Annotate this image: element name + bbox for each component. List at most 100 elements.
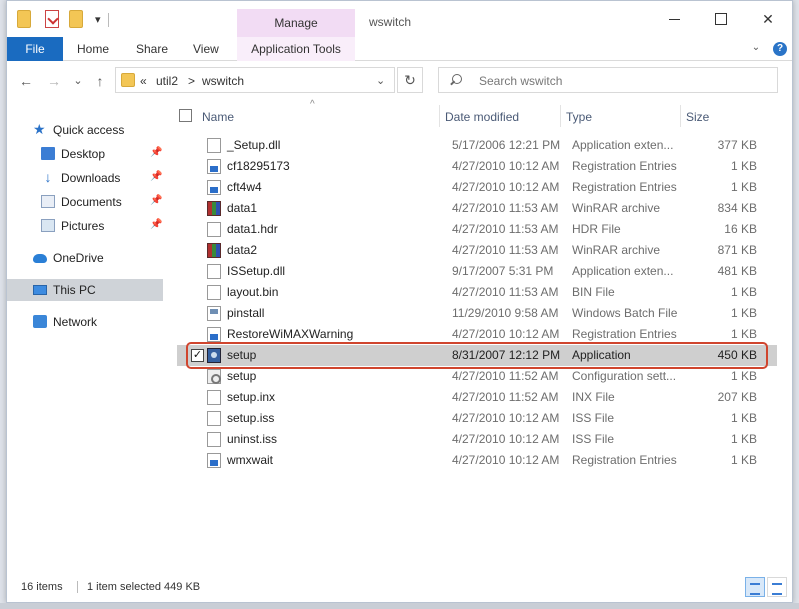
file-name: data1 (227, 201, 258, 215)
refresh-button[interactable]: ↻ (397, 67, 423, 93)
tab-file[interactable]: File (7, 37, 63, 61)
up-button[interactable]: ↑ (91, 72, 109, 90)
file-size: 1 KB (730, 285, 757, 299)
search-input[interactable]: Search wswitch (479, 74, 562, 88)
breadcrumb-separator[interactable]: > (188, 74, 195, 88)
breadcrumb-overflow[interactable]: « (140, 74, 147, 88)
file-date-modified: 4/27/2010 10:12 AM (452, 432, 560, 446)
column-date-modified[interactable]: Date modified (445, 110, 519, 124)
file-date-modified: 4/27/2010 10:12 AM (452, 327, 560, 341)
sidebar-item-label: Documents (61, 195, 122, 209)
file-name: _Setup.dll (227, 138, 281, 152)
file-row[interactable]: cft4w4 4/27/2010 10:12 AM Registration Ent… (177, 177, 777, 198)
status-divider (77, 581, 78, 593)
file-type: Registration Entries (572, 180, 677, 194)
breadcrumb-util2[interactable]: util2 (156, 74, 178, 88)
file-size: 1 KB (730, 411, 757, 425)
file-type: Registration Entries (572, 327, 677, 341)
doc-icon (207, 432, 221, 447)
manage-tab[interactable]: Manage (237, 9, 355, 37)
file-size: 207 KB (717, 390, 757, 404)
sort-indicator-icon: ^ (310, 99, 315, 110)
column-divider[interactable] (680, 105, 681, 127)
tab-application-tools[interactable]: Application Tools (237, 37, 355, 61)
column-type[interactable]: Type (566, 110, 592, 124)
file-type: Windows Batch File (572, 306, 678, 320)
large-icons-view-button[interactable] (767, 577, 787, 597)
ribbon-tabs: File Home Share View Application Tools ⌄… (7, 37, 792, 61)
column-size[interactable]: Size (686, 110, 709, 124)
selection-highlight-box (186, 342, 768, 369)
search-box[interactable]: Search wswitch (438, 67, 778, 93)
file-size: 834 KB (717, 201, 757, 215)
recent-locations-icon[interactable]: ⌄ (69, 72, 87, 90)
close-button[interactable]: ✕ (760, 11, 776, 27)
breadcrumb-wswitch[interactable]: wswitch (202, 74, 244, 88)
properties-icon[interactable] (45, 10, 59, 28)
file-row[interactable]: data2 4/27/2010 11:53 AM WinRAR archive 871… (177, 240, 777, 261)
forward-button[interactable]: → (45, 72, 63, 90)
file-row[interactable]: _Setup.dll 5/17/2006 12:21 PM Application … (177, 135, 777, 156)
address-bar[interactable]: « util2 > wswitch ⌄ (115, 67, 395, 93)
doc-icon (207, 285, 221, 300)
file-row[interactable]: layout.bin 4/27/2010 11:53 AM BIN File 1 KB (177, 282, 777, 303)
registry-icon (207, 453, 221, 468)
toolbar-divider (108, 13, 109, 27)
file-row[interactable]: cf18295173 4/27/2010 10:12 AM Registration… (177, 156, 777, 177)
help-icon[interactable]: ? (773, 42, 787, 56)
registry-icon (207, 180, 221, 195)
file-row[interactable]: data1.hdr 4/27/2010 11:53 AM HDR File 16 KB (177, 219, 777, 240)
minimize-button[interactable] (667, 11, 683, 27)
file-name: uninst.iss (227, 432, 278, 446)
file-row[interactable]: setup.inx 4/27/2010 11:52 AM INX File 207 K… (177, 387, 777, 408)
sidebar-item-documents[interactable]: Documents 📌 (7, 191, 163, 213)
tab-home[interactable]: Home (77, 37, 109, 61)
address-dropdown-icon[interactable]: ⌄ (376, 74, 385, 87)
doc-icon (207, 411, 221, 426)
select-all-checkbox[interactable] (179, 109, 192, 122)
column-divider[interactable] (439, 105, 440, 127)
tab-share[interactable]: Share (136, 37, 168, 61)
tab-view[interactable]: View (193, 37, 219, 61)
file-name: pinstall (227, 306, 265, 320)
ribbon-collapse-icon[interactable]: ⌄ (749, 42, 763, 56)
navigation-pane: ★ Quick access Desktop 📌 ↓ Downloads 📌 D… (7, 109, 163, 569)
file-row[interactable]: pinstall 11/29/2010 9:58 AM Windows Batch … (177, 303, 777, 324)
new-folder-icon[interactable] (69, 10, 83, 28)
file-date-modified: 4/27/2010 10:12 AM (452, 159, 560, 173)
file-size: 1 KB (730, 432, 757, 446)
file-name: cft4w4 (227, 180, 262, 194)
file-size: 16 KB (724, 222, 757, 236)
sidebar-item-label: Desktop (61, 147, 106, 161)
file-rows: _Setup.dll 5/17/2006 12:21 PM Application … (177, 135, 777, 471)
folder-icon (121, 73, 135, 87)
sidebar-item-downloads[interactable]: ↓ Downloads 📌 (7, 167, 163, 189)
status-bar: 16 items 1 item selected 449 KB (7, 575, 792, 599)
file-row[interactable]: setup 4/27/2010 11:52 AM Configuration set… (177, 366, 777, 387)
back-button[interactable]: ← (17, 72, 35, 90)
column-divider[interactable] (560, 105, 561, 127)
desktop-icon (41, 147, 55, 160)
quick-access-toolbar-dropdown[interactable]: ▾ (95, 13, 101, 26)
file-name: wmxwait (227, 453, 274, 467)
sidebar-item-onedrive[interactable]: OneDrive (7, 247, 163, 269)
maximize-button[interactable] (713, 11, 729, 27)
details-view-button[interactable] (745, 577, 765, 597)
file-size: 1 KB (730, 453, 757, 467)
column-name[interactable]: Name (202, 110, 234, 124)
sidebar-item-desktop[interactable]: Desktop 📌 (7, 143, 163, 165)
doc-icon (207, 138, 221, 153)
file-row[interactable]: data1 4/27/2010 11:53 AM WinRAR archive 834… (177, 198, 777, 219)
sidebar-item-pictures[interactable]: Pictures 📌 (7, 215, 163, 237)
file-row[interactable]: wmxwait 4/27/2010 10:12 AM Registration En… (177, 450, 777, 471)
file-row[interactable]: setup.iss 4/27/2010 10:12 AM ISS File 1 KB (177, 408, 777, 429)
sidebar-item-this-pc[interactable]: This PC (7, 279, 163, 301)
folder-icon[interactable] (17, 10, 31, 28)
sidebar-item-quick-access[interactable]: ★ Quick access (7, 119, 163, 141)
file-row[interactable]: ISSetup.dll 9/17/2007 5:31 PM Application … (177, 261, 777, 282)
file-size: 481 KB (717, 264, 757, 278)
sidebar-item-network[interactable]: Network (7, 311, 163, 333)
computer-icon (33, 285, 47, 295)
file-row[interactable]: uninst.iss 4/27/2010 10:12 AM ISS File 1 KB (177, 429, 777, 450)
winrar-icon (207, 243, 221, 258)
